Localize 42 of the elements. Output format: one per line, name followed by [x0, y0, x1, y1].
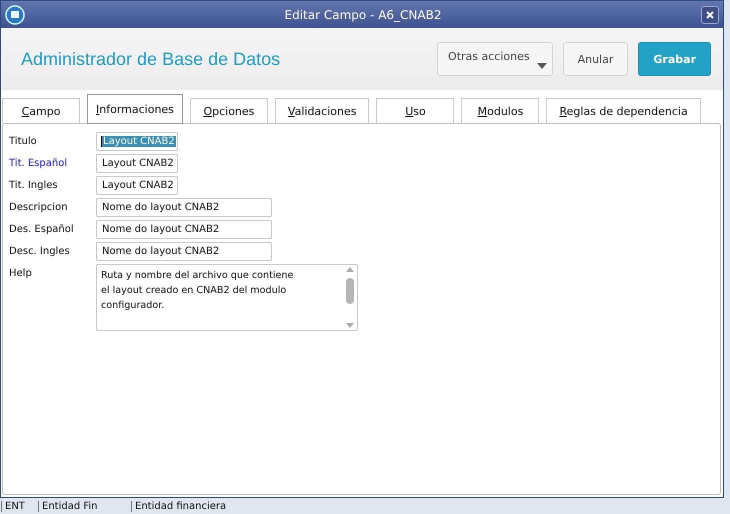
field-label: Descripcion	[9, 201, 69, 215]
tab[interactable]: Informaciones	[87, 94, 183, 124]
field-label: Des. Español	[9, 223, 75, 237]
tab[interactable]: Campo	[2, 98, 80, 123]
field-label: Desc. Ingles	[9, 245, 71, 259]
tab[interactable]: Validaciones	[274, 98, 370, 123]
tab[interactable]: Reglas de dependencia	[546, 98, 701, 123]
scroll-thumb[interactable]	[346, 278, 354, 304]
background-table-cell: ENT	[1, 500, 32, 512]
actions-menu-button[interactable]: Otras acciones	[437, 42, 553, 76]
field-label: Tit. Ingles	[9, 179, 59, 193]
close-button[interactable]	[701, 6, 719, 24]
tab[interactable]: Uso	[376, 98, 454, 123]
text-field[interactable]: Nome do layout CNAB2	[96, 220, 272, 239]
app-title: Administrador de Base de Datos	[21, 48, 282, 70]
tab[interactable]: Opciones	[190, 98, 268, 123]
field-label: Titulo	[9, 135, 38, 149]
close-icon	[706, 10, 714, 18]
help-text-area[interactable]: Ruta y nombre del archivo que contiene el layout creado en CNAB2 del modulo configurador.	[96, 264, 358, 331]
action-button[interactable]: Anular	[562, 42, 628, 76]
text-field[interactable]: Nome do layout CNAB2	[96, 198, 272, 217]
field-value: Nome do layout CNAB2	[101, 224, 220, 235]
field-label: Tit. Español	[9, 157, 68, 171]
window-title: Editar Campo - A6_CNAB2	[284, 8, 442, 22]
text-field[interactable]: Layout CNAB2	[96, 176, 178, 195]
caret-icon	[536, 63, 547, 69]
field-value: Layout CNAB2	[101, 136, 176, 147]
text-field[interactable]: Nome do layout CNAB2	[96, 242, 272, 261]
text-field[interactable]: Layout CNAB2	[96, 154, 178, 173]
text-field[interactable]: Layout CNAB2	[96, 132, 178, 151]
field-value: Layout CNAB2	[101, 158, 175, 169]
scroll-down-icon	[346, 323, 354, 328]
app-icon	[5, 4, 25, 24]
tab[interactable]: Modulos	[461, 98, 540, 123]
scroll-up-icon	[346, 267, 354, 272]
background-table-cell: Entidad Fin	[38, 500, 125, 512]
field-value: Nome do layout CNAB2	[101, 202, 220, 213]
field-value: Nome do layout CNAB2	[101, 246, 220, 257]
help-text: Ruta y nombre del archivo que contiene el layout creado en CNAB2 del modulo configurador.	[100, 269, 294, 313]
field-label: Help	[9, 267, 33, 281]
background-table-cell: Entidad financiera	[131, 500, 258, 512]
field-value: Layout CNAB2	[101, 180, 175, 191]
